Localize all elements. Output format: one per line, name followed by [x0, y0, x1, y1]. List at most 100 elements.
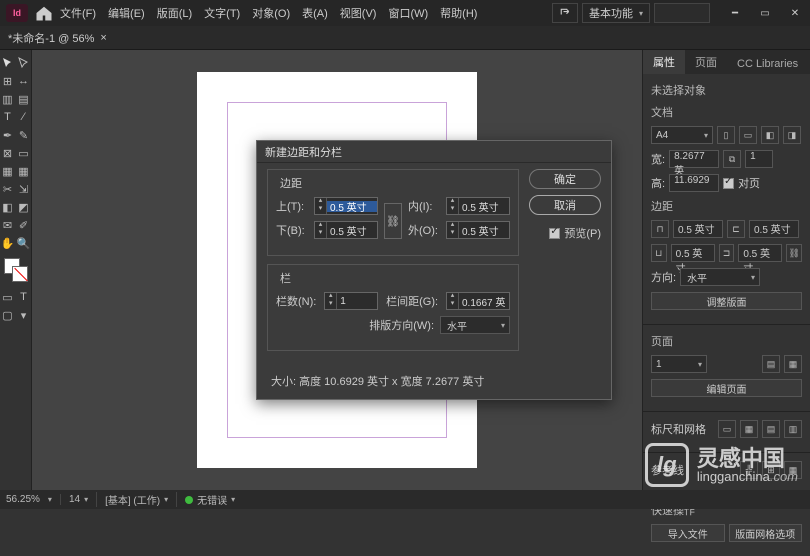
type-tool-icon[interactable]: T	[0, 108, 16, 126]
menu-help[interactable]: 帮助(H)	[434, 5, 483, 21]
binding-right-icon[interactable]: ◨	[783, 126, 801, 144]
menu-edit[interactable]: 编辑(E)	[102, 5, 151, 21]
gutter-field[interactable]: ▴▾	[446, 292, 510, 310]
width-input[interactable]: 8.2677 英	[669, 150, 719, 168]
orientation-select[interactable]: 水平▾	[680, 268, 760, 286]
page-tool-icon[interactable]: ⊞	[0, 72, 16, 90]
page-options-icon[interactable]: ▦	[784, 355, 802, 373]
margins-legend: 边距	[276, 175, 306, 191]
close-icon[interactable]: ×	[100, 32, 106, 44]
gradient-feather-tool-icon[interactable]: ◩	[16, 198, 32, 216]
pencil-tool-icon[interactable]: ✎	[16, 126, 32, 144]
margin-bottom-input[interactable]: 0.5 英寸	[671, 244, 715, 262]
close-button[interactable]: ✕	[780, 3, 810, 23]
menu-table[interactable]: 表(A)	[296, 5, 334, 21]
binding-left-icon[interactable]: ◧	[761, 126, 779, 144]
pages-icon: ⧉	[723, 150, 741, 168]
search-input[interactable]	[654, 3, 710, 23]
orientation-landscape-icon[interactable]: ▭	[739, 126, 757, 144]
zoom-tool-icon[interactable]: 🔍	[16, 234, 32, 252]
screen-mode-icon[interactable]: ▢	[0, 306, 16, 324]
menu-layout[interactable]: 版面(L)	[151, 5, 198, 21]
ruler-icon-4[interactable]: ▥	[784, 420, 802, 438]
menu-window[interactable]: 窗口(W)	[382, 5, 434, 21]
columns-legend: 栏	[276, 270, 295, 286]
rectangle-frame-tool-icon[interactable]: ⊠	[0, 144, 16, 162]
link-margins-icon[interactable]: ⛓	[786, 244, 802, 262]
adjust-layout-button[interactable]: 调整版面	[651, 292, 802, 310]
slide-number[interactable]: 14	[69, 494, 80, 505]
document-tab[interactable]: *未命名-1 @ 56% ×	[0, 26, 115, 50]
note-tool-icon[interactable]: ✉	[0, 216, 16, 234]
hand-tool-icon[interactable]: ✋	[0, 234, 16, 252]
margin-top-input[interactable]: 0.5 英寸	[673, 220, 723, 238]
section-pages-label: 页面	[651, 333, 802, 349]
margin-left-input[interactable]: 0.5 英寸	[749, 220, 799, 238]
grid-tool-icon[interactable]: ▦	[0, 162, 16, 180]
section-ruler-label: 标尺和网格	[651, 421, 706, 437]
placeholder-tool-icon[interactable]: ▦	[16, 162, 32, 180]
workspace-switcher[interactable]: 基本功能▾	[582, 3, 650, 23]
direct-selection-tool-icon[interactable]	[16, 54, 32, 72]
format-text-icon[interactable]: T	[16, 288, 32, 306]
errors-label: 无错误	[197, 492, 227, 507]
gradient-swatch-tool-icon[interactable]: ◧	[0, 198, 16, 216]
margin-right-input[interactable]: 0.5 英寸	[738, 244, 782, 262]
tab-properties[interactable]: 属性	[643, 50, 685, 74]
direction-select[interactable]: 水平▾	[440, 316, 510, 334]
watermark-en: lingganchina.com	[697, 470, 798, 483]
free-transform-tool-icon[interactable]: ⇲	[16, 180, 32, 198]
link-margins-dialog-icon[interactable]: ⛓	[384, 203, 402, 239]
height-input[interactable]: 11.6929	[669, 174, 719, 192]
edit-pages-button[interactable]: 编辑页面	[651, 379, 802, 397]
workspace-status: [基本] (工作)	[105, 492, 160, 507]
home-icon[interactable]	[34, 3, 54, 23]
watermark: lg 灵感中国 lingganchina.com	[645, 443, 798, 487]
no-selection-label: 未选择对象	[651, 82, 802, 98]
eyedropper-tool-icon[interactable]: ✐	[16, 216, 32, 234]
tab-cclibraries[interactable]: CC Libraries	[727, 54, 808, 74]
fill-stroke-swatch[interactable]	[4, 258, 28, 282]
ruler-icon-3[interactable]: ▤	[762, 420, 780, 438]
selection-tool-icon[interactable]	[0, 54, 16, 72]
spread-icon[interactable]: ▤	[762, 355, 780, 373]
import-file-button[interactable]: 导入文件	[651, 524, 725, 542]
view-options-icon[interactable]: ▾	[16, 306, 32, 324]
page-preset-select[interactable]: A4▾	[651, 126, 713, 144]
menu-file[interactable]: 文件(F)	[54, 5, 102, 21]
zoom-level[interactable]: 56.25%	[6, 494, 40, 505]
margin-outside-field[interactable]: ▴▾	[446, 221, 510, 239]
scissors-tool-icon[interactable]: ✂	[0, 180, 16, 198]
tab-pages[interactable]: 页面	[685, 50, 727, 74]
cancel-button[interactable]: 取消	[529, 195, 601, 215]
document-tab-strip: *未命名-1 @ 56% ×	[0, 26, 810, 50]
type-path-tool-icon[interactable]: ⁄	[16, 108, 32, 126]
rectangle-tool-icon[interactable]: ▭	[16, 144, 32, 162]
format-container-icon[interactable]: ▭	[0, 288, 16, 306]
ruler-icon-1[interactable]: ▭	[718, 420, 736, 438]
menu-type[interactable]: 文字(T)	[198, 5, 246, 21]
content-placer-icon[interactable]: ▤	[16, 90, 32, 108]
margin-bottom-field[interactable]: ▴▾	[314, 221, 378, 239]
pages-input[interactable]: 1	[745, 150, 773, 168]
pen-tool-icon[interactable]: ✒	[0, 126, 16, 144]
menu-object[interactable]: 对象(O)	[246, 5, 296, 21]
share-icon[interactable]	[552, 3, 578, 23]
content-collector-icon[interactable]: ▥	[0, 90, 16, 108]
preview-checkbox[interactable]	[549, 228, 560, 239]
page-number-select[interactable]: 1▾	[651, 355, 707, 373]
grid-options-button[interactable]: 版面网格选项	[729, 524, 803, 542]
margin-inside-field[interactable]: ▴▾	[446, 197, 510, 215]
orientation-portrait-icon[interactable]: ▯	[717, 126, 735, 144]
ok-button[interactable]: 确定	[529, 169, 601, 189]
inside-label: 内(I):	[408, 198, 432, 214]
facing-pages-checkbox[interactable]	[723, 178, 734, 189]
ruler-icon-2[interactable]: ▦	[740, 420, 758, 438]
minimize-button[interactable]: ━	[720, 3, 750, 23]
maximize-button[interactable]: ▭	[750, 3, 780, 23]
watermark-logo-icon: lg	[645, 443, 689, 487]
menu-view[interactable]: 视图(V)	[334, 5, 383, 21]
gap-tool-icon[interactable]: ↔	[16, 72, 32, 90]
margin-top-field[interactable]: ▴▾	[314, 197, 378, 215]
columns-field[interactable]: ▴▾	[324, 292, 378, 310]
